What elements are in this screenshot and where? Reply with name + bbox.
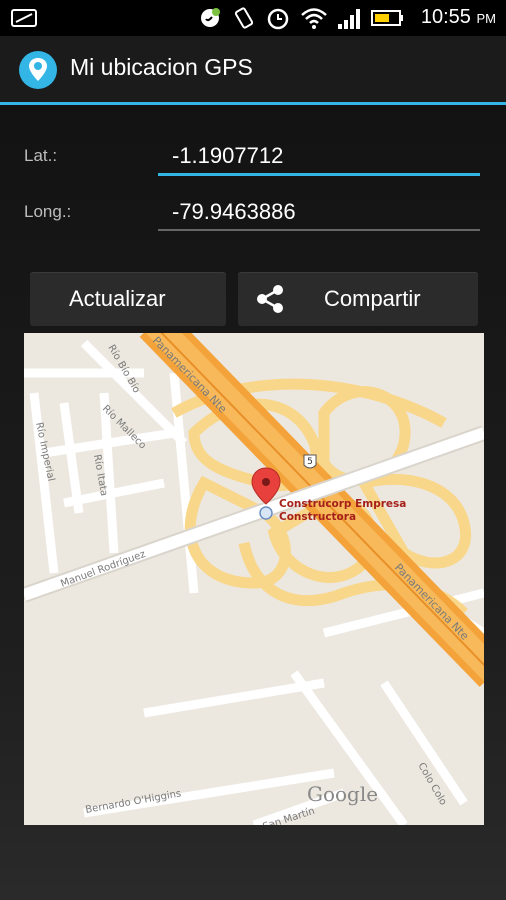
share-button-label: Compartir <box>324 286 421 311</box>
place-label-line2: Constructora <box>279 511 356 523</box>
place-label-line1: Construcorp Empresa <box>279 498 406 510</box>
lat-field[interactable]: -1.1907712 <box>158 139 480 176</box>
call-forwarding-icon <box>201 8 220 27</box>
lat-label: Lat.: <box>24 146 58 165</box>
status-time: 10:55 PM <box>420 6 496 28</box>
alarm-icon <box>267 8 289 30</box>
google-logo: Google <box>307 782 378 806</box>
long-field[interactable]: -79.9463886 <box>158 195 480 231</box>
signal-icon <box>338 9 360 29</box>
lat-value: -1.1907712 <box>172 143 284 168</box>
share-icon <box>257 285 283 313</box>
action-bar: Mi ubicacion GPS <box>0 36 506 105</box>
long-label: Long.: <box>24 202 72 221</box>
place-icon <box>259 506 273 520</box>
status-bar: 10:55 PM <box>0 0 506 36</box>
street-label: Manuel Rodríguez <box>59 548 147 590</box>
app-title: Mi ubicacion GPS <box>70 54 253 80</box>
update-button-label: Actualizar <box>69 286 166 311</box>
share-button[interactable]: Compartir <box>238 272 478 326</box>
screenshot-icon <box>11 9 37 27</box>
vibrate-icon <box>234 7 254 29</box>
svg-text:5: 5 <box>307 457 313 467</box>
wifi-icon <box>301 8 327 29</box>
app-window: Mi ubicacion GPS Lat.: -1.1907712 Long.:… <box>0 36 506 900</box>
update-button[interactable]: Actualizar <box>30 272 226 326</box>
map-pin-icon[interactable] <box>18 50 58 90</box>
map-view[interactable]: 5 Construcorp Empresa Constructora Panam… <box>24 333 484 825</box>
long-value: -79.9463886 <box>172 199 296 224</box>
battery-icon <box>371 10 403 26</box>
map-canvas: 5 Construcorp Empresa Constructora Panam… <box>24 333 484 825</box>
